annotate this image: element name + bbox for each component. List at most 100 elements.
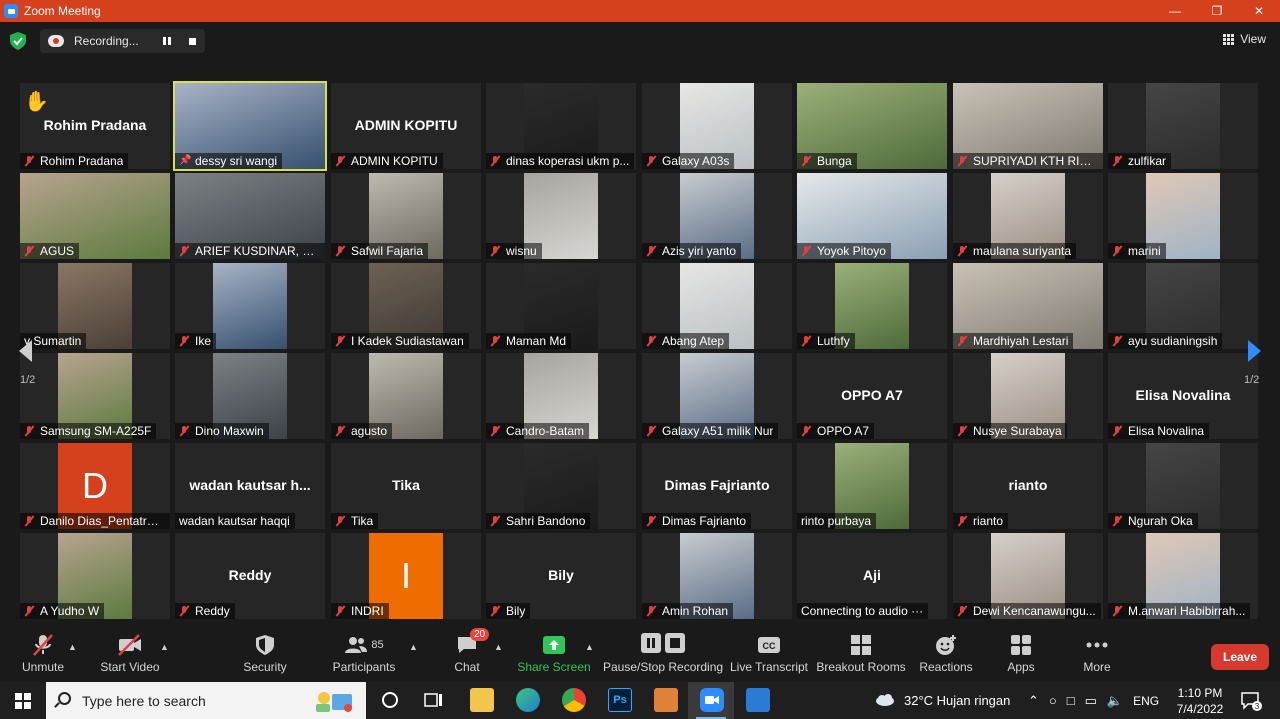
participant-tile[interactable]: Aji Connecting to audio ··· [797,533,947,619]
more-button[interactable]: More [1080,632,1114,678]
participant-name: maulana suriyanta [973,244,1072,258]
taskbar-search-box[interactable]: Type here to search [46,682,366,719]
minimize-button[interactable]: — [1154,0,1196,22]
participant-tile[interactable]: ARIEF KUSDINAR, S.S... [175,173,325,259]
participant-tile[interactable]: AGUS [20,173,170,259]
participant-tile[interactable]: rianto rianto [953,443,1103,529]
breakout-rooms-button[interactable]: Breakout Rooms [816,632,906,678]
participant-tile[interactable]: M.anwari Habibirrah... [1108,533,1258,619]
participant-tile[interactable]: Rohim Pradana ✋ Rohim Pradana [20,83,170,169]
chat-options-caret-icon[interactable]: ▲ [494,642,503,652]
participant-tile[interactable]: Galaxy A51 milik Nur [642,353,792,439]
participant-tile[interactable]: D Danilo Dias_Pentatrans [20,443,170,529]
unmute-button[interactable]: Unmute [22,632,64,678]
participant-tile[interactable]: Nusye Surabaya [953,353,1103,439]
participant-tile[interactable]: OPPO A7 OPPO A7 [797,353,947,439]
participant-tile[interactable]: A Yudho W [20,533,170,619]
participant-tile[interactable]: ADMIN KOPITU ADMIN KOPITU [331,83,481,169]
start-button[interactable] [0,682,46,719]
task-view-icon[interactable] [422,688,446,712]
participant-tile[interactable]: ayu sudianingsih [1108,263,1258,349]
participants-options-caret-icon[interactable]: ▲ [409,642,418,652]
start-video-button[interactable]: Start Video [100,632,160,678]
notification-count: 3 [1255,702,1260,711]
participant-tile[interactable]: Azis yiri yanto [642,173,792,259]
participant-tile[interactable]: Dino Maxwin [175,353,325,439]
volume-icon[interactable]: 🔈 [1107,693,1123,709]
photoshop-icon[interactable]: Ps [608,688,632,712]
participant-display-name: wadan kautsar h... [189,477,311,493]
participant-tile[interactable]: Dewi Kencanawungu... [953,533,1103,619]
security-button[interactable]: Security [242,632,288,678]
leave-button[interactable]: Leave [1211,644,1269,670]
battery-icon[interactable]: ▭ [1085,693,1097,709]
participants-button[interactable]: 85 Participants [333,632,395,678]
recording-cloud-icon [48,35,64,47]
view-button[interactable]: View [1223,32,1266,46]
participant-tile[interactable]: Maman Md [486,263,636,349]
share-options-caret-icon[interactable]: ▲ [585,642,594,652]
participant-tile[interactable]: rinto purbaya [797,443,947,529]
participant-tile[interactable]: Bunga [797,83,947,169]
participant-tile[interactable]: Bily Bily [486,533,636,619]
restore-button[interactable]: ❐ [1196,0,1238,22]
participant-tile[interactable]: Sahri Bandono [486,443,636,529]
zoom-taskbar-icon[interactable] [700,688,724,712]
participant-tile[interactable]: Yoyok Pitoyo [797,173,947,259]
live-transcript-button[interactable]: CC Live Transcript [730,632,808,678]
share-screen-button[interactable]: Share Screen [517,632,591,678]
chat-button[interactable]: 20 Chat [450,628,490,678]
action-center-icon[interactable]: 3 [1240,690,1262,712]
participant-tile[interactable]: Galaxy A03s [642,83,792,169]
participant-tile[interactable]: Safwil Fajaria [331,173,481,259]
next-page-arrow-icon[interactable] [1245,338,1263,364]
pause-stop-recording-button[interactable]: Pause/Stop Recording [603,630,723,676]
participant-tile[interactable]: Candro-Batam [486,353,636,439]
cortana-circle-icon[interactable] [378,688,402,712]
apps-button[interactable]: Apps [1004,632,1038,678]
participant-tile[interactable]: Ike [175,263,325,349]
participant-tile[interactable]: zulfikar [1108,83,1258,169]
photos-app-icon[interactable] [746,688,770,712]
participant-tile[interactable]: SUPRIYADI KTH RIMB... [953,83,1103,169]
meet-now-icon[interactable]: ○ [1049,693,1057,708]
participant-tile[interactable]: Luthfy [797,263,947,349]
participant-tile[interactable]: Abang Atep [642,263,792,349]
participant-tile[interactable]: wisnu [486,173,636,259]
participant-tile[interactable]: I INDRI [331,533,481,619]
show-hidden-icons-chevron-icon[interactable]: ⌃ [1028,693,1039,709]
file-explorer-icon[interactable] [470,688,494,712]
video-player-icon[interactable] [654,688,678,712]
audio-options-caret-icon[interactable]: ▲ [68,642,77,652]
edge-browser-icon[interactable] [516,688,540,712]
participant-tile[interactable]: dinas koperasi ukm p... [486,83,636,169]
close-button[interactable]: ✕ [1238,0,1280,22]
network-icon[interactable]: □ [1067,693,1075,708]
video-options-caret-icon[interactable]: ▲ [160,642,169,652]
participant-tile[interactable]: Samsung SM-A225F [20,353,170,439]
chrome-browser-icon[interactable] [562,688,586,712]
participant-tile[interactable]: Ngurah Oka [1108,443,1258,529]
previous-page-arrow-icon[interactable] [17,338,35,364]
participant-tile[interactable]: maulana suriyanta [953,173,1103,259]
participant-tile[interactable]: Amin Rohan [642,533,792,619]
participant-tile[interactable]: y Sumartin [20,263,170,349]
pause-recording-button[interactable] [160,34,174,48]
encryption-shield-icon[interactable] [10,32,26,50]
participant-tile[interactable]: wadan kautsar h... wadan kautsar haqqi [175,443,325,529]
participant-tile[interactable]: agusto [331,353,481,439]
participant-tile[interactable]: Dimas Fajrianto Dimas Fajrianto [642,443,792,529]
input-language[interactable]: ENG [1133,694,1159,708]
weather-widget[interactable]: 32°C Hujan ringan [874,682,1010,719]
reactions-button[interactable]: Reactions [918,632,974,678]
participant-tile[interactable]: Tika Tika [331,443,481,529]
participant-tile[interactable]: I Kadek Sudiastawan [331,263,481,349]
participant-tile[interactable]: Elisa Novalina Elisa Novalina [1108,353,1258,439]
taskbar-clock[interactable]: 1:10 PM 7/4/2022 [1172,685,1228,717]
participant-tile[interactable]: Reddy Reddy [175,533,325,619]
participant-tile[interactable]: 📌 dessy sri wangi [173,81,327,171]
stop-recording-button[interactable] [185,34,199,48]
participant-display-name: ADMIN KOPITU [354,117,458,133]
participant-tile[interactable]: marini [1108,173,1258,259]
participant-tile[interactable]: Mardhiyah Lestari [953,263,1103,349]
